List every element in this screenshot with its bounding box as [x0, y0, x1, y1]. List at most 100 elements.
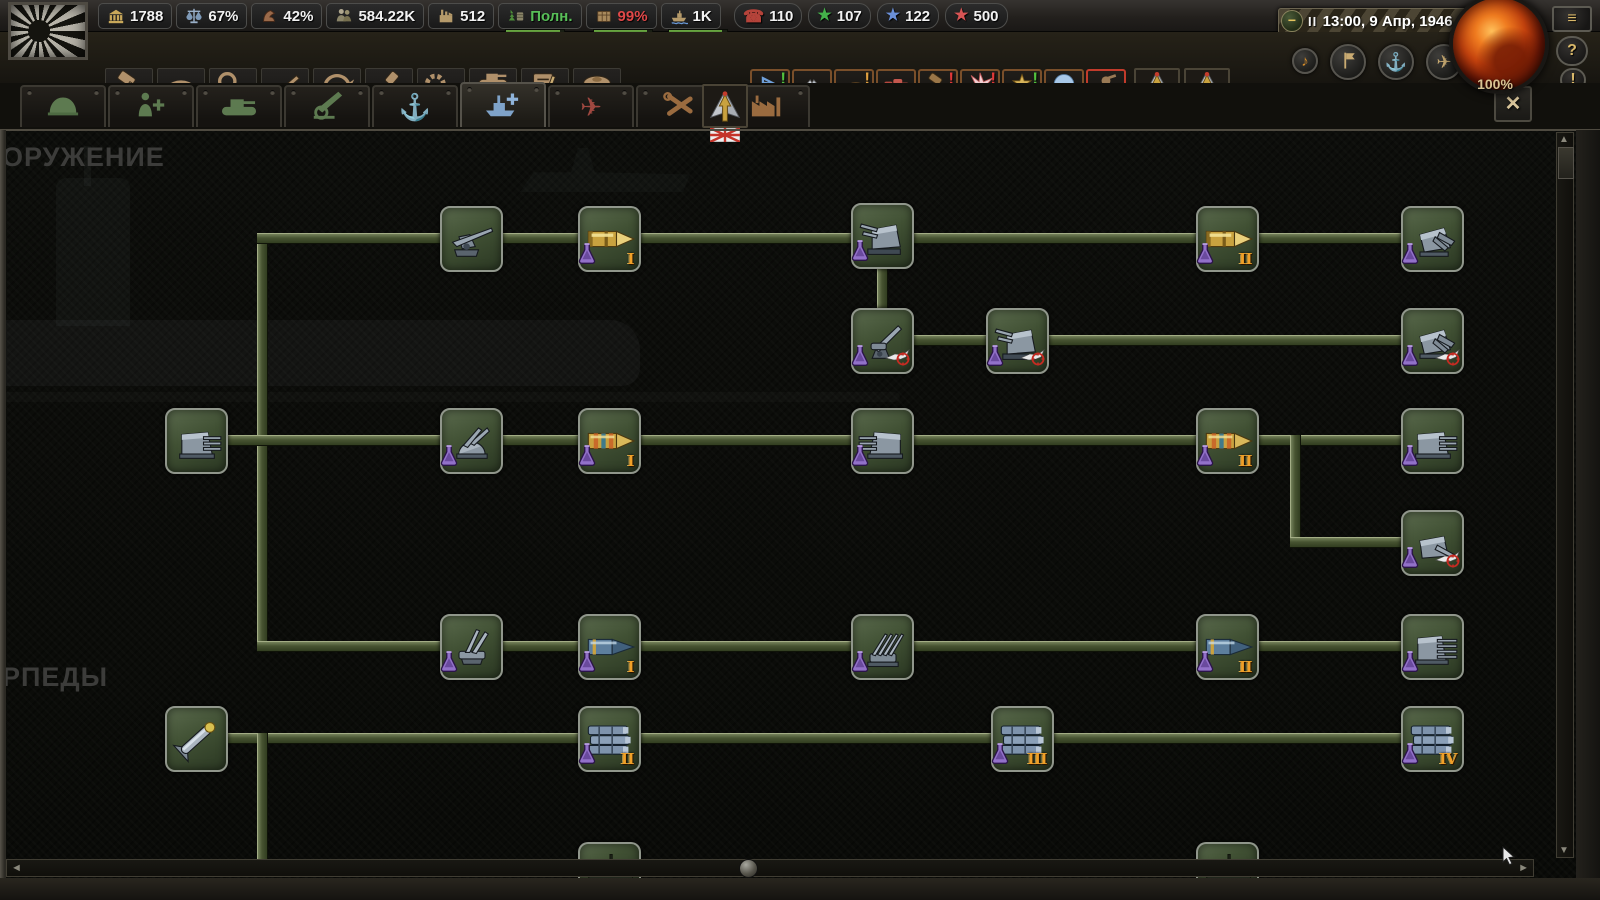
resource-fuel[interactable]: Полн. — [498, 3, 582, 36]
stat-value: 110 — [769, 7, 794, 25]
tech-node-secondary-shell-i[interactable]: I — [578, 206, 641, 272]
stat-value: 500 — [973, 7, 999, 25]
submarine-tower-art — [56, 178, 130, 326]
scales-icon — [185, 7, 203, 25]
country-flag[interactable] — [8, 2, 88, 60]
tech-node-dp-aa-battery[interactable] — [986, 308, 1049, 374]
resource-value: 99% — [617, 7, 648, 25]
speed-down-button[interactable]: − — [1281, 10, 1303, 32]
tech-node-secondary-battery-i[interactable] — [440, 206, 503, 272]
resource-value: Полн. — [530, 7, 573, 25]
research-bonus-flask-icon — [851, 444, 869, 471]
research-bonus-flask-icon — [1401, 242, 1419, 269]
arm-icon — [260, 7, 278, 25]
tab-armor[interactable] — [196, 85, 282, 127]
navyplan-icon: ⚓ — [1384, 51, 1408, 72]
research-bonus-flask-icon — [440, 444, 458, 471]
resource-value: 1788 — [130, 7, 164, 25]
stat-air-experience[interactable]: ★ 500 — [945, 3, 1008, 29]
research-bonus-flask-icon — [1401, 742, 1419, 769]
tech-node-torpedo-tubes-iv[interactable]: IV — [1401, 706, 1464, 772]
artillery-icon — [305, 88, 349, 127]
resource-stockpile[interactable]: 99% — [585, 3, 657, 36]
tech-node-light-battery-i[interactable] — [440, 614, 503, 680]
factory-icon — [437, 7, 455, 25]
menu-button[interactable]: ≡ — [1552, 6, 1592, 32]
resource-convoys[interactable]: 1K — [660, 3, 728, 36]
research-bonus-flask-icon — [1401, 444, 1419, 471]
stat-command-power[interactable]: ☎ 110 — [734, 3, 803, 29]
tech-node-secondary-shell-ii[interactable]: II — [1196, 206, 1259, 272]
war-overlay-medal[interactable] — [702, 84, 750, 144]
tech-node-light-battery-iii[interactable] — [1401, 614, 1464, 680]
torpedo-icon — [167, 708, 226, 770]
tech-node-main-shell-i[interactable]: I — [578, 408, 641, 474]
tech-node-main-battery-i[interactable] — [440, 408, 503, 474]
research-bonus-flask-icon — [440, 650, 458, 677]
tab-ship-modules[interactable] — [460, 82, 546, 127]
tech-node-light-shell-ii[interactable]: II — [1196, 614, 1259, 680]
tech-node-main-battery-root[interactable] — [165, 408, 228, 474]
tech-node-aa-gun-i[interactable] — [851, 308, 914, 374]
tab-support-companies[interactable] — [108, 85, 194, 127]
section-label-torpedoes: РПЕДЫ — [2, 662, 109, 692]
tech-node-light-battery-ii[interactable] — [851, 614, 914, 680]
section-label-armament: ОРУЖЕНИЕ — [2, 142, 165, 172]
tab-naval[interactable]: ⚓ — [372, 85, 458, 127]
pause-indicator[interactable]: II — [1308, 14, 1317, 29]
army-plans-button[interactable] — [1330, 44, 1366, 80]
resource-factories[interactable]: 512 — [428, 3, 495, 29]
tech-node-light-shell-i[interactable]: I — [578, 614, 641, 680]
navy-plans-button[interactable]: ⚓ — [1378, 44, 1414, 80]
tab-infantry[interactable] — [20, 85, 106, 127]
scroll-down-arrow-icon[interactable]: ▼ — [1559, 845, 1569, 856]
resource-political-power[interactable]: 1788 — [98, 3, 173, 29]
naval-gun-icon — [442, 208, 501, 270]
vertical-scrollbar[interactable]: ▲ ▼ — [1556, 132, 1574, 858]
tech-node-torpedo-tubes-ii[interactable]: II — [578, 706, 641, 772]
horizontal-scroll-thumb[interactable] — [739, 859, 758, 878]
music-toggle-button[interactable]: ♪ — [1292, 48, 1318, 74]
tech-node-dp-secondary-battery[interactable] — [851, 203, 914, 269]
tech-node-torpedo-tubes-iii[interactable]: III — [991, 706, 1054, 772]
resource-war-support[interactable]: 42% — [251, 3, 323, 29]
scroll-up-arrow-icon[interactable]: ▲ — [1559, 134, 1569, 145]
tech-connection-line — [200, 733, 1432, 744]
experience-pills: ☎ 110 ★ 107 ★ 122 ★ 500 — [734, 3, 1008, 29]
vertical-scroll-thumb[interactable] — [1558, 147, 1574, 179]
tech-level-numeral: I — [627, 250, 634, 268]
tech-node-secondary-battery-ii[interactable] — [1401, 206, 1464, 272]
tech-node-main-shell-ii[interactable]: II — [1196, 408, 1259, 474]
research-bonus-flask-icon — [1196, 650, 1214, 677]
horizontal-scrollbar[interactable]: ◄ ► — [6, 859, 1534, 878]
resource-manpower[interactable]: 584.22K — [326, 3, 425, 29]
tech-node-aa-gun-ii[interactable] — [1401, 308, 1464, 374]
research-bonus-flask-icon — [986, 344, 1004, 371]
game-date: 13:00, 9 Апр, 1946 — [1322, 12, 1453, 30]
stat-navy-experience[interactable]: ★ 122 — [876, 3, 940, 29]
tech-connection-line — [877, 335, 1437, 346]
tech-node-main-battery-iii[interactable] — [1401, 408, 1464, 474]
tech-node-dp-main-battery[interactable] — [1401, 510, 1464, 576]
resource-stability[interactable]: 67% — [176, 3, 248, 29]
manpower-icon — [335, 7, 353, 25]
stat-army-experience[interactable]: ★ 107 — [808, 3, 871, 29]
tech-level-numeral: II — [1238, 658, 1253, 676]
anti-air-attack-icon — [885, 348, 911, 371]
star-icon: ★ — [954, 7, 969, 24]
music-icon: ♪ — [1301, 52, 1309, 70]
scroll-right-arrow-icon[interactable]: ► — [1518, 861, 1529, 876]
top-resource-bar: 1788 67% 42% 584.22K 512 Полн. 99% 1K ☎ 110 ★ 107 ★… — [0, 0, 1600, 60]
tech-node-torpedo-root[interactable] — [165, 706, 228, 772]
scroll-left-arrow-icon[interactable]: ◄ — [11, 861, 22, 876]
tech-level-numeral: II — [620, 750, 635, 768]
shipplus-icon — [481, 86, 525, 125]
star-icon: ★ — [817, 7, 832, 24]
panel-left-frame — [0, 130, 6, 878]
stat-value: 107 — [836, 7, 862, 25]
tech-node-main-battery-ii[interactable] — [851, 408, 914, 474]
tab-air[interactable]: ✈ — [548, 85, 634, 127]
tab-artillery[interactable] — [284, 85, 370, 127]
resource-value: 1K — [692, 7, 712, 25]
help-button[interactable]: ? — [1556, 36, 1588, 66]
